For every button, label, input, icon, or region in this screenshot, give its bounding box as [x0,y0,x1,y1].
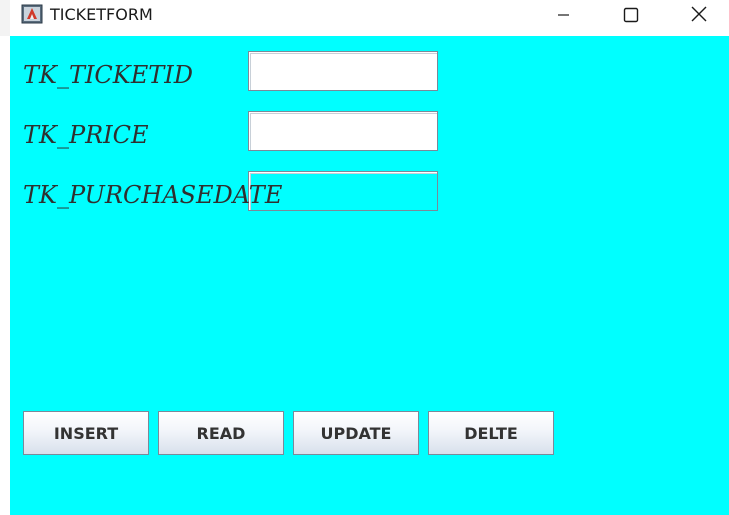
minimize-button[interactable] [540,0,586,30]
background-window-sliver [0,0,10,36]
close-icon [691,6,707,22]
read-button[interactable]: READ [158,411,284,455]
maximize-icon [623,7,639,23]
insert-button[interactable]: INSERT [23,411,149,455]
ticketid-label: TK_TICKETID [23,61,193,89]
update-button[interactable]: UPDATE [293,411,419,455]
title-bar[interactable]: TICKETFORM [0,0,729,36]
maximize-button[interactable] [607,0,653,30]
delete-button[interactable]: DELTE [428,411,554,455]
price-label: TK_PRICE [23,121,149,149]
ticketform-window: TICKETFORM TK_TICKETID TK_PRICE TK_PURCH… [0,0,729,515]
close-button[interactable] [674,0,720,30]
purchasedate-label: TK_PURCHASEDATE [23,181,283,209]
form-panel: TK_TICKETID TK_PRICE TK_PURCHASEDATE INS… [10,36,729,515]
price-field[interactable] [248,111,438,151]
minimize-icon [558,14,569,16]
ticketid-field[interactable] [248,51,438,91]
java-app-icon [21,4,43,24]
window-title: TICKETFORM [50,5,153,24]
